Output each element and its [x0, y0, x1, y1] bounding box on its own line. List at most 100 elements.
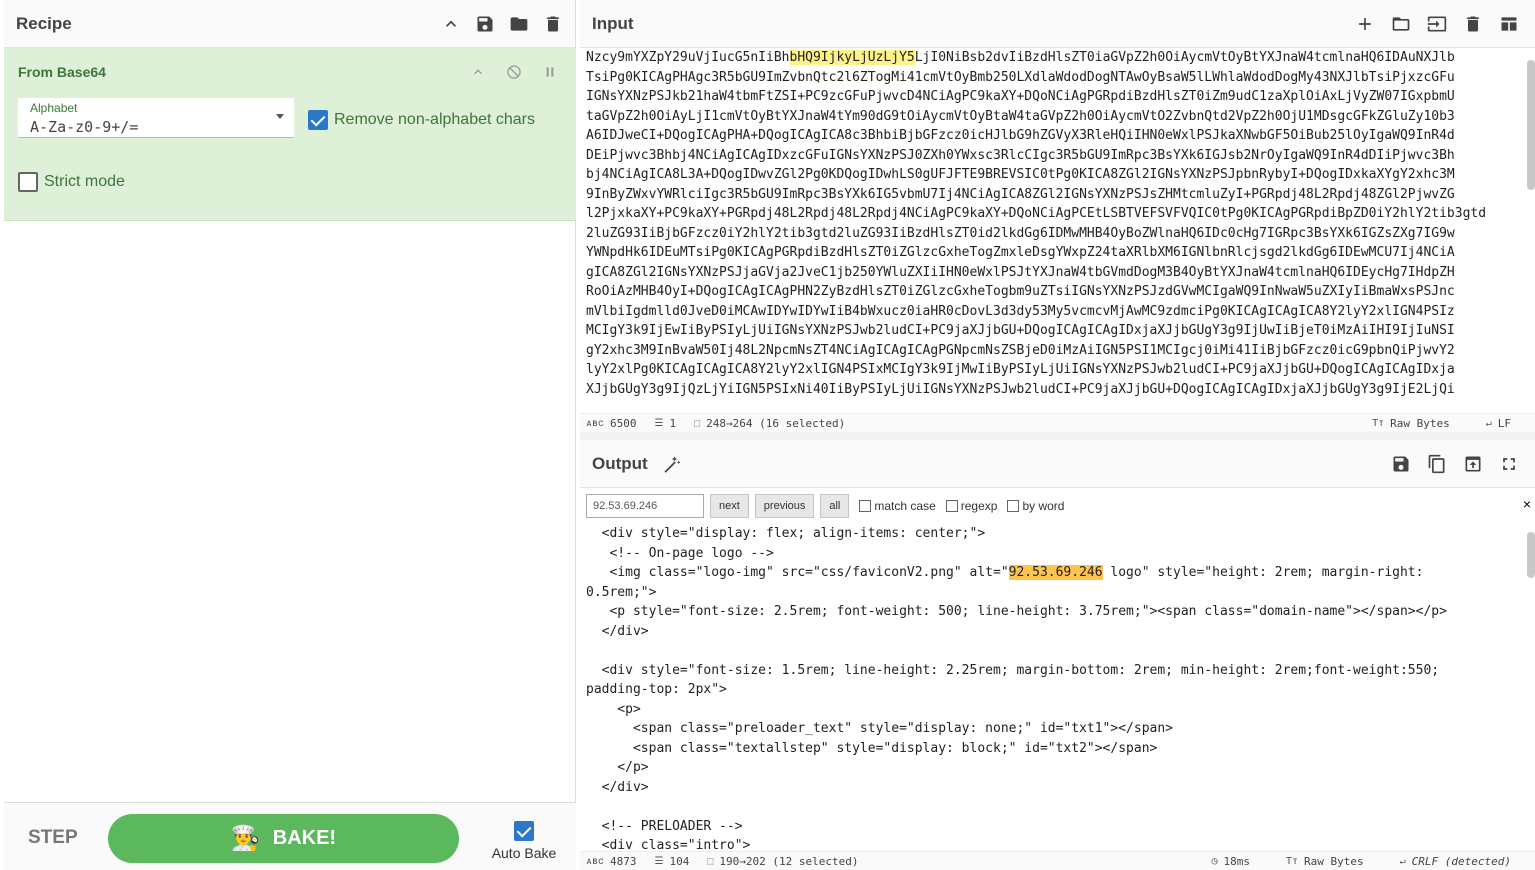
input-highlight-match: bHQ9IjkyLjUzLjY5 — [789, 50, 915, 65]
checkbox-unchecked-icon[interactable] — [18, 172, 38, 192]
checkbox-unchecked-icon[interactable] — [859, 500, 872, 512]
maximize-output-icon[interactable] — [1499, 454, 1519, 474]
output-line: <!-- On-page logo --> — [586, 544, 1516, 564]
operation-disable-icon[interactable] — [504, 62, 524, 82]
output-line-text: <img class="logo-img" src="css/faviconV2… — [586, 565, 1009, 580]
output-textarea[interactable]: <div style="display: flex; align-items: … — [586, 524, 1516, 850]
input-line-text: taGVpZ2h0OiAyLjI1cmVtOyBtYXJnaW4tYm90dG9… — [586, 108, 1455, 124]
eol-return-icon[interactable]: ↵ — [1400, 856, 1406, 867]
close-search-icon[interactable]: × — [1523, 496, 1531, 512]
regexp-option[interactable]: regexp — [945, 499, 997, 513]
output-line-text: <div class="intro"> — [586, 838, 751, 850]
by-word-label: by word — [1022, 499, 1065, 513]
checkbox-checked-icon[interactable] — [308, 110, 328, 130]
input-panel: Input Nzcy9mYXZpY29uVjIucG5nIiBhbHQ9Ijky… — [580, 0, 1535, 433]
copy-output-icon[interactable] — [1427, 454, 1447, 474]
output-highlight-match: 92.53.69.246 — [1008, 565, 1103, 580]
match-case-option[interactable]: match case — [859, 499, 936, 513]
output-title: Output — [592, 453, 648, 473]
input-line-text: gY2xhc3M9InBvaW50Ij48L2NpcmNsZT4NCiAgICA… — [586, 342, 1455, 358]
bake-button[interactable]: 👨‍🍳 BAKE! — [108, 814, 459, 863]
alphabet-select[interactable]: Alphabet A-Za-z0-9+/= — [18, 98, 294, 138]
lines-icon: ☰ — [654, 856, 664, 867]
search-next-button[interactable]: next — [710, 494, 749, 518]
output-encoding[interactable]: Raw Bytes — [1304, 855, 1364, 868]
strict-mode-label: Strict mode — [44, 173, 125, 190]
input-line: TsiPg0KICAgPHAgc3R5bGU9ImZvbnQtc2l6ZTogM… — [586, 68, 1516, 88]
recipe-panel: Recipe From Base64 Alphabet A-Za-z0-9+/=… — [4, 0, 576, 870]
output-line-text: 0.5rem;"> — [586, 584, 657, 600]
open-folder-icon[interactable] — [1391, 14, 1411, 34]
text-encoding-icon[interactable]: Tт — [1372, 418, 1384, 429]
operation-from-base64: From Base64 Alphabet A-Za-z0-9+/= Remove… — [4, 48, 576, 221]
auto-bake-label: Auto Bake — [491, 845, 557, 861]
clear-recipe-trash-icon[interactable] — [543, 14, 563, 34]
search-all-button[interactable]: all — [820, 494, 850, 518]
output-line: <div class="intro"> — [586, 836, 1516, 850]
alphabet-label: Alphabet — [30, 101, 78, 115]
input-line: MCIgY3k9IjEwIiByPSIyLjUiIGNsYXNzPSJwb2lu… — [586, 321, 1516, 341]
operation-pause-icon[interactable] — [540, 62, 560, 82]
add-tab-plus-icon[interactable] — [1355, 14, 1375, 34]
output-line: <div style="display: flex; align-items: … — [586, 524, 1516, 544]
output-line: <div style="font-size: 1.5rem; line-heig… — [586, 661, 1516, 681]
text-encoding-icon[interactable]: Tт — [1286, 856, 1298, 867]
output-line-text: </div> — [586, 779, 649, 795]
output-line: <img class="logo-img" src="css/faviconV2… — [586, 563, 1516, 583]
checkbox-unchecked-icon[interactable] — [945, 500, 958, 512]
output-header: Output — [580, 440, 1535, 488]
eol-return-icon[interactable]: ↵ — [1486, 418, 1492, 429]
input-header: Input — [580, 0, 1535, 48]
input-textarea[interactable]: Nzcy9mYXZpY29uVjIucG5nIiBhbHQ9IjkyLjUzLj… — [586, 48, 1516, 413]
input-line-text: Nzcy9mYXZpY29uVjIucG5nIiBh — [586, 50, 790, 65]
collapse-chevron-up-icon[interactable] — [441, 14, 461, 34]
input-line-text: bj4NCiAgICA8L3A+DQogIDwvZGl2Pg0KDQogIDwh… — [586, 167, 1455, 182]
remove-non-alphabet-label: Remove non-alphabet chars — [334, 111, 536, 128]
input-line: DEiPjwvc3Bhbj4NCiAgICAgIDxzcGFuIGNsYXNzP… — [586, 146, 1516, 166]
input-eol[interactable]: LF — [1498, 417, 1511, 430]
checkbox-checked-icon[interactable] — [514, 821, 534, 841]
operation-collapse-chevron-icon[interactable] — [468, 62, 488, 82]
search-input[interactable] — [586, 494, 704, 518]
input-line: YWNpdHk6IDEuMTsiPg0KICAgPGRpdiBzdHlsZT0i… — [586, 243, 1516, 263]
input-line: lyY2xlPg0KICAgICAgICA8Y2lyY2xlIGN4PSIxMC… — [586, 360, 1516, 380]
input-title: Input — [592, 13, 634, 33]
input-line-text: LjI0NiBsb2dvIiBzdHlsZT0iaGVpZ2h0OiAycmVt… — [914, 50, 1455, 65]
auto-bake-toggle[interactable]: Auto Bake — [489, 821, 559, 861]
input-encoding[interactable]: Raw Bytes — [1390, 417, 1450, 430]
output-line-text: <div style="display: flex; align-items: … — [586, 526, 986, 541]
output-length: 4873 — [610, 855, 637, 868]
save-output-icon[interactable] — [1391, 454, 1411, 474]
save-recipe-icon[interactable] — [475, 14, 495, 34]
abc-length-icon: ᴀʙᴄ — [586, 855, 605, 867]
output-eol[interactable]: CRLF (detected) — [1412, 855, 1511, 868]
input-length: 6500 — [610, 417, 637, 430]
input-scrollbar[interactable] — [1527, 60, 1535, 190]
load-recipe-folder-icon[interactable] — [509, 14, 529, 34]
remove-non-alphabet-checkbox[interactable]: Remove non-alphabet chars — [308, 110, 535, 130]
strict-mode-checkbox[interactable]: Strict mode — [18, 172, 125, 192]
output-scrollbar[interactable] — [1527, 532, 1535, 578]
open-file-input-icon[interactable] — [1427, 14, 1447, 34]
recipe-header: Recipe — [4, 0, 575, 48]
checkbox-unchecked-icon[interactable] — [1007, 500, 1020, 512]
output-line: </div> — [586, 778, 1516, 798]
input-line-text: XJjbGUgY3g9IjQzLjYiIGN5PSIxNi40IiByPSIyL… — [586, 381, 1455, 397]
input-line: l2PjxkaXY+PC9kaXY+PGRpdj48L2Rpdj48L2Rpdj… — [586, 204, 1516, 224]
layout-panels-icon[interactable] — [1499, 14, 1519, 34]
by-word-option[interactable]: by word — [1007, 499, 1064, 513]
clear-input-trash-icon[interactable] — [1463, 14, 1483, 34]
input-line-text: lyY2xlPg0KICAgICAgICA8Y2lyY2xlIGN4PSIxMC… — [586, 362, 1455, 377]
output-line-text: <!-- PRELOADER --> — [586, 818, 743, 834]
replace-input-with-output-icon[interactable] — [1463, 454, 1483, 474]
search-previous-button[interactable]: previous — [754, 494, 815, 518]
panel-divider[interactable] — [580, 432, 1535, 440]
output-status-bar: ᴀʙᴄ 4873 ☰ 104 ⬚ 190→202 (12 selected) ◷ 18m… — [580, 851, 1535, 870]
selection-icon: ⬚ — [694, 418, 701, 429]
input-line: XJjbGUgY3g9IjQzLjYiIGN5PSIxNi40IiByPSIyL… — [586, 380, 1516, 400]
input-line-text: 9InByZWxvYWRlciIgc3R5bGU9ImRpc3BsYXk6IG5… — [586, 186, 1455, 202]
magic-wand-icon[interactable] — [662, 454, 682, 474]
step-button[interactable]: STEP — [28, 827, 78, 849]
